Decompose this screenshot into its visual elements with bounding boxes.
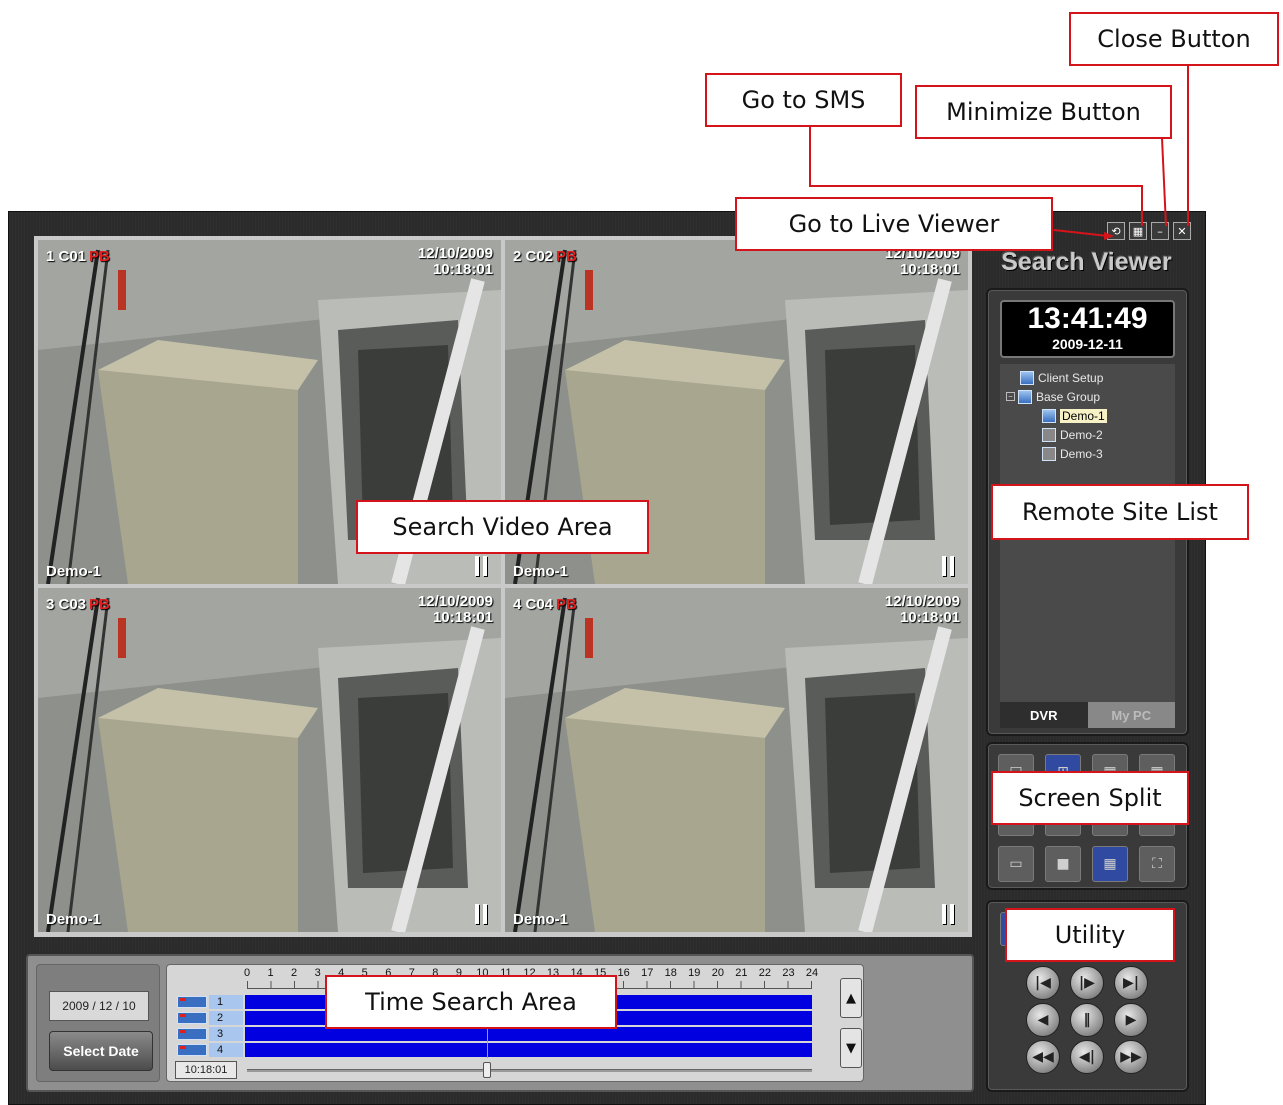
app-title: Search Viewer xyxy=(1001,248,1172,276)
search-video-area: 1 C01 PB 12/10/2009 10:18:01 Demo-1 2 C0… xyxy=(34,236,972,937)
site-label: Demo-1 xyxy=(46,563,102,580)
channel-number: 3 xyxy=(209,1027,243,1041)
search-viewer-window: ⟲ ▦ – ✕ 1 C01 PB 12/10/2009 10:18:01 Dem… xyxy=(8,211,1206,1105)
callout-search-video-area: Search Video Area xyxy=(356,500,649,554)
tree-item-demo-3[interactable]: Demo-3 xyxy=(1006,444,1169,463)
fullscreen-button[interactable]: ⛶ xyxy=(1139,846,1175,882)
sms-icon[interactable]: ▦ xyxy=(1129,222,1147,240)
clock-time: 13:41:49 xyxy=(1027,302,1148,335)
pause-icon xyxy=(475,904,487,924)
timestamp: 12/10/2009 10:18:01 xyxy=(417,593,493,626)
hour-label: 2 xyxy=(291,967,298,979)
collapse-icon[interactable]: − xyxy=(1006,392,1015,401)
hour-label: 21 xyxy=(735,967,748,979)
video-cell-4[interactable]: 4 C04 PB 12/10/2009 10:18:01 Demo-1 xyxy=(505,588,968,932)
camera-icon xyxy=(177,996,207,1008)
site-label: Demo-1 xyxy=(46,911,102,928)
hour-label: 17 xyxy=(641,967,654,979)
hour-label: 22 xyxy=(758,967,772,979)
hour-label: 24 xyxy=(805,967,819,979)
tree-item-demo-1[interactable]: Demo-1 xyxy=(1006,406,1169,425)
camera-label: 2 C02 PB xyxy=(513,248,577,265)
site-label: Demo-1 xyxy=(513,911,569,928)
channel-number: 4 xyxy=(209,1043,243,1057)
step-forward-icon[interactable]: |▶ xyxy=(1070,966,1104,1000)
hour-label: 23 xyxy=(782,967,795,979)
pause-icon xyxy=(475,556,487,576)
pause-button-icon[interactable]: ‖ xyxy=(1070,1003,1104,1037)
current-time-field: 10:18:01 xyxy=(175,1061,237,1079)
fast-backward-icon[interactable]: ◀◀ xyxy=(1026,1040,1060,1074)
time-slider-track[interactable] xyxy=(247,1069,812,1072)
hour-label: 19 xyxy=(688,967,701,979)
timestamp: 12/10/2009 10:18:01 xyxy=(884,593,960,626)
fast-forward-icon[interactable]: ▶▶ xyxy=(1114,1040,1148,1074)
go-to-start-icon[interactable]: |◀ xyxy=(1026,966,1060,1000)
date-box: 2009 / 12 / 10 Select Date xyxy=(36,964,160,1082)
pause-icon xyxy=(942,556,954,576)
setup-icon xyxy=(1020,370,1034,385)
time-slider-thumb[interactable] xyxy=(483,1062,491,1078)
tree-item-demo-2[interactable]: Demo-2 xyxy=(1006,425,1169,444)
step-backward-icon[interactable]: ◀| xyxy=(1070,1040,1104,1074)
dvr-icon xyxy=(1042,446,1056,461)
camera-label: 3 C03 PB xyxy=(46,596,110,613)
camera-label: 4 C04 PB xyxy=(513,596,577,613)
recording-bar[interactable] xyxy=(245,1027,812,1041)
camera-icon xyxy=(177,1012,207,1024)
go-to-end-icon[interactable]: ▶| xyxy=(1114,966,1148,1000)
tab-my-pc[interactable]: My PC xyxy=(1087,702,1175,728)
date-field[interactable]: 2009 / 12 / 10 xyxy=(49,991,149,1021)
hour-label: 18 xyxy=(664,967,677,979)
channel-number: 2 xyxy=(209,1011,243,1025)
hour-label: 0 xyxy=(243,967,251,979)
live-viewer-icon[interactable]: ⟲ xyxy=(1107,222,1125,240)
tree-item-base-group[interactable]: − Base Group xyxy=(1006,387,1169,406)
select-date-button[interactable]: Select Date xyxy=(49,1031,153,1071)
video-cell-3[interactable]: 3 C03 PB 12/10/2009 10:18:01 Demo-1 xyxy=(38,588,501,932)
callout-screen-split: Screen Split xyxy=(991,771,1189,825)
channel-row-4[interactable]: 4 xyxy=(177,1043,812,1057)
camera-image xyxy=(505,588,968,932)
clock-date: 2009-12-11 xyxy=(1052,336,1123,352)
recording-bar[interactable] xyxy=(245,1043,812,1057)
pause-icon xyxy=(942,904,954,924)
callout-remote-site-list: Remote Site List xyxy=(991,484,1249,540)
callout-utility: Utility xyxy=(1005,908,1175,962)
hour-label: 16 xyxy=(617,967,630,979)
camera-image xyxy=(38,588,501,932)
timestamp: 12/10/2009 10:18:01 xyxy=(417,245,493,278)
camera-icon xyxy=(177,1044,207,1056)
site-label: Demo-1 xyxy=(513,563,569,580)
site-tabs: DVR My PC xyxy=(1000,702,1175,728)
camera-icon xyxy=(177,1028,207,1040)
channel-number: 1 xyxy=(209,995,243,1009)
single-button[interactable]: ■ xyxy=(1045,846,1081,882)
clock: 13:41:49 2009-12-11 xyxy=(1000,300,1175,358)
tab-dvr[interactable]: DVR xyxy=(1000,702,1088,728)
tree-item-client-setup[interactable]: Client Setup xyxy=(1006,368,1169,387)
hour-label: 3 xyxy=(314,967,321,979)
channel-row-3[interactable]: 3 xyxy=(177,1027,812,1041)
dvr-icon xyxy=(1042,427,1056,442)
callout-minimize-button: Minimize Button xyxy=(915,85,1172,139)
sequence-button[interactable]: ▭ xyxy=(998,846,1034,882)
callout-time-search-area: Time Search Area xyxy=(325,975,617,1029)
close-icon[interactable]: ✕ xyxy=(1173,222,1191,240)
dvr-icon xyxy=(1042,408,1056,423)
scroll-up-icon[interactable]: ▲ xyxy=(840,978,862,1018)
camera-label: 1 C01 PB xyxy=(46,248,110,265)
hour-label: 1 xyxy=(267,967,274,979)
folder-icon xyxy=(1018,389,1032,404)
window-buttons: ⟲ ▦ – ✕ xyxy=(1107,222,1191,240)
hour-label: 20 xyxy=(711,967,724,979)
play-backward-icon[interactable]: ◀ xyxy=(1026,1003,1060,1037)
play-forward-icon[interactable]: ▶ xyxy=(1114,1003,1148,1037)
callout-go-to-sms: Go to SMS xyxy=(705,73,902,127)
grid-button[interactable]: ▦ xyxy=(1092,846,1128,882)
scroll-down-icon[interactable]: ▼ xyxy=(840,1028,862,1068)
minimize-icon[interactable]: – xyxy=(1151,222,1169,240)
callout-close-button: Close Button xyxy=(1069,12,1279,66)
callout-go-to-live-viewer: Go to Live Viewer xyxy=(735,197,1053,251)
